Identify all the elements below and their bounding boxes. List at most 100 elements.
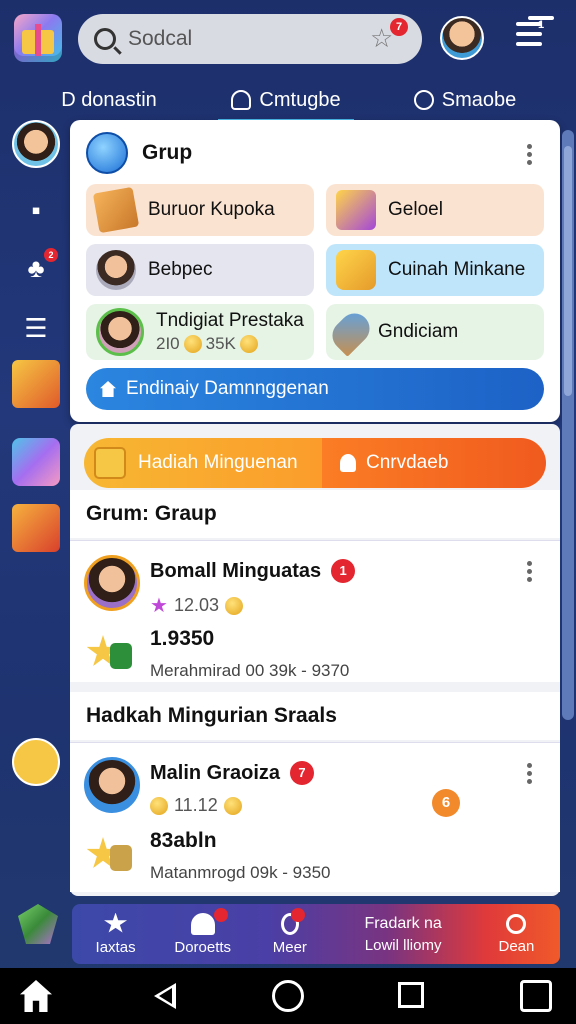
home-circle-icon[interactable] (272, 980, 304, 1012)
nav-label: Iaxtas (95, 938, 136, 956)
entry-avatar (84, 555, 140, 611)
chest-icon[interactable] (12, 360, 60, 408)
search-icon (94, 28, 116, 50)
entry-score: 83abln (150, 829, 217, 852)
sidebar-badge: 2 (44, 248, 58, 262)
back-icon[interactable] (150, 980, 182, 1012)
app-logo-icon[interactable] (14, 14, 62, 62)
present-icon[interactable] (12, 504, 60, 552)
tile-item[interactable]: Buruor Kupoka (86, 184, 314, 236)
tab-label: Cmtugbe (259, 88, 341, 111)
list-item[interactable]: Malin Graoiza 7 11.12 6 83abln Matanmrog… (70, 742, 560, 892)
status-badge: 6 (432, 789, 460, 817)
gem-icon[interactable] (18, 904, 58, 944)
entry-name: Bomall Minguatas (150, 559, 322, 582)
home-icon (100, 381, 116, 397)
entry-name-row: Malin Graoiza 7 (150, 761, 315, 785)
tab-label: D donastin (61, 88, 157, 111)
home-icon[interactable] (20, 980, 52, 1012)
trophy-icon (86, 833, 136, 877)
segment-weekly-reward[interactable]: Hadiah Minguenan (84, 438, 322, 488)
tile-label: Bebpec (148, 259, 213, 280)
segment-control: Hadiah Minguenan Cnrvdaeb (84, 438, 546, 488)
user-avatar-icon (96, 308, 144, 356)
tile-label: Cuinah Minkane (388, 259, 526, 280)
nav-item-meer[interactable]: Meer (246, 904, 333, 964)
nav-label: Fradark na (364, 914, 442, 932)
search-input[interactable] (128, 27, 358, 51)
profile-avatar[interactable] (440, 16, 484, 60)
search-bar[interactable]: ☆ 7 (78, 14, 422, 64)
tile-label: Buruor Kupoka (148, 199, 275, 220)
notification-badge: 7 (390, 18, 408, 36)
section-title: Hadkah Mingurian Sraals (70, 692, 560, 740)
main-panel: Hadiah Minguenan Cnrvdaeb Grum: Graup Bo… (70, 424, 560, 896)
list-item[interactable]: Bomall Minguatas 1 ★ 12.03 1.9350 Merahm… (70, 540, 560, 682)
game-icon[interactable]: ♣ 2 (12, 244, 60, 292)
box-icon (92, 186, 140, 234)
segment-invite[interactable]: Cnrvdaeb (322, 438, 546, 488)
tile-label: Geloel (388, 199, 443, 220)
group-title: Grup (142, 141, 193, 164)
nav-item-home[interactable]: Iaxtas (72, 904, 159, 964)
tab-share[interactable]: Smaobe (354, 78, 576, 122)
segment-label: Cnrvdaeb (366, 452, 449, 473)
more-options-icon[interactable] (527, 561, 533, 583)
tab-bar: D donastin Cmtugbe Smaobe (0, 78, 576, 122)
chat-icon[interactable]: ▪ (12, 186, 60, 234)
banner-label: Endinaiy Damnnggenan (126, 378, 329, 399)
nav-item-donations[interactable]: Doroetts (159, 904, 246, 964)
nav-item-feature[interactable]: Fradark na Lowil lliomy (333, 904, 472, 964)
dome-icon (190, 912, 215, 935)
tile-item[interactable]: Cuinah Minkane (326, 244, 544, 296)
nav-label: Meer (272, 938, 307, 956)
nav-label: Dean (498, 937, 535, 955)
group-emblem-icon (86, 132, 128, 174)
entry-stat: 11.12 (150, 795, 242, 816)
entry-stat: ★ 12.03 (150, 593, 243, 618)
user-avatar-icon (96, 250, 136, 290)
emoji-icon[interactable] (12, 738, 60, 786)
coin-icon (183, 335, 202, 353)
tile-item[interactable]: Gndiciam (326, 304, 544, 360)
entry-badge: 1 (331, 559, 356, 583)
tile-item[interactable]: Bebpec (86, 244, 314, 296)
coin-icon (150, 796, 168, 815)
bottom-nav: Iaxtas Doroetts Meer Fradark na Lowil ll… (72, 904, 560, 964)
person-icon (231, 90, 252, 110)
star-icon[interactable]: ☆ 7 (370, 18, 408, 52)
magnifier-icon (326, 307, 376, 357)
share-icon (413, 90, 434, 110)
puzzle-icon (336, 250, 376, 290)
trophy-icon (86, 631, 136, 675)
coin-icon (239, 335, 258, 353)
tab-community[interactable]: Cmtugbe (218, 78, 354, 122)
more-options-icon[interactable] (527, 144, 533, 166)
profile-icon (506, 913, 527, 934)
menu-button[interactable]: 1 (516, 16, 554, 56)
system-nav-bar (0, 968, 576, 1024)
scrollbar-thumb[interactable] (564, 146, 572, 396)
entry-badge: 7 (290, 761, 315, 785)
gift-box-icon[interactable] (12, 438, 60, 486)
entry-avatar (84, 757, 140, 813)
person-icon (340, 454, 356, 472)
group-banner-button[interactable]: Endinaiy Damnnggenan (86, 368, 544, 410)
sidebar-avatar[interactable] (12, 120, 60, 168)
nav-item-profile[interactable]: Dean (473, 904, 560, 964)
tile-stats: 2I0 35K (156, 334, 258, 354)
list-icon[interactable]: ☰ (12, 304, 60, 352)
nav-badge (214, 908, 229, 922)
cube-icon (336, 190, 376, 230)
star-icon: ★ (150, 595, 168, 617)
tile-sub-value: 35K (205, 334, 236, 353)
tile-item[interactable]: Geloel (326, 184, 544, 236)
segment-label: Hadiah Minguenan (138, 452, 298, 473)
tile-sub-value: 2I0 (156, 334, 180, 353)
calendar-icon[interactable] (520, 980, 552, 1012)
recents-icon[interactable] (398, 982, 424, 1008)
tile-item[interactable]: Tndigiat Prestaka 2I0 35K (86, 304, 314, 360)
section-title: Grum: Graup (70, 490, 560, 538)
more-options-icon[interactable] (527, 763, 533, 785)
entry-name-row: Bomall Minguatas 1 (150, 559, 356, 583)
